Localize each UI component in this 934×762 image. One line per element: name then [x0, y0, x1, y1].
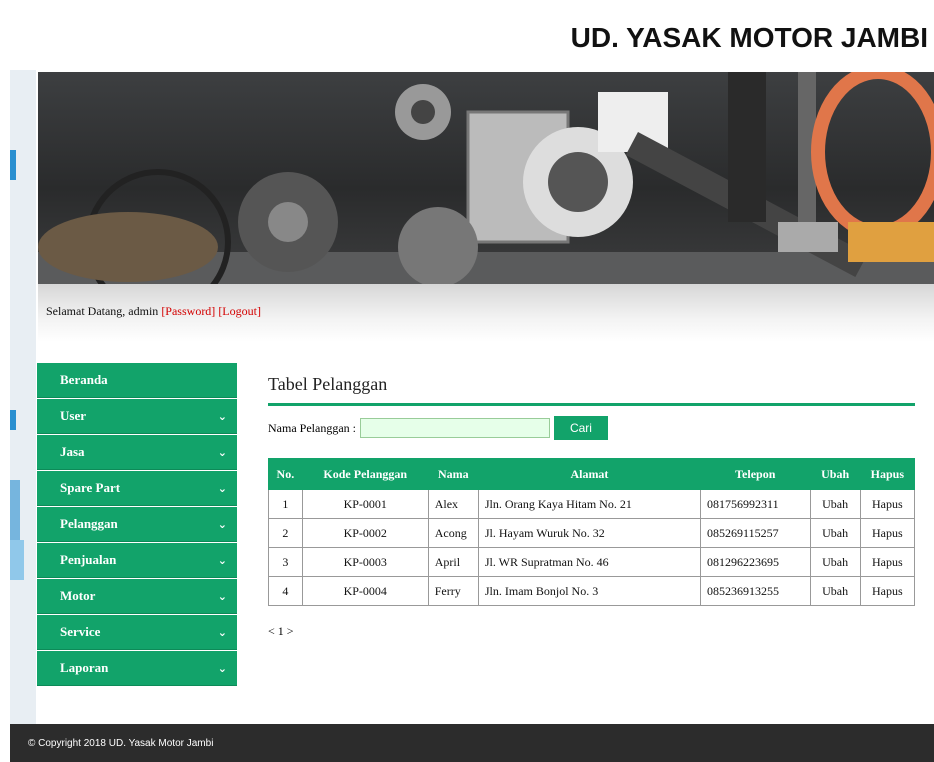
page-title: Tabel Pelanggan	[268, 374, 388, 394]
customer-table: No. Kode Pelanggan Nama Alamat Telepon U…	[268, 458, 916, 606]
delete-link[interactable]: Hapus	[859, 576, 916, 606]
cell-telepon: 085236913255	[700, 576, 811, 606]
chevron-down-icon: ⌄	[217, 553, 227, 567]
search-button[interactable]: Cari	[553, 416, 608, 440]
sidebar-item-label: Jasa	[60, 444, 85, 459]
edit-link[interactable]: Ubah	[809, 576, 861, 606]
column-header: Kode Pelanggan	[301, 458, 429, 490]
header-banner-image	[38, 72, 934, 284]
sidebar-item-label: User	[60, 408, 86, 423]
column-header: Telepon	[700, 458, 811, 490]
sidebar-item-label: Penjualan	[60, 552, 117, 567]
search-input[interactable]	[359, 418, 550, 438]
footer: © Copyright 2018 UD. Yasak Motor Jambi	[10, 724, 934, 762]
cell-alamat: Jl. WR Supratman No. 46	[477, 547, 702, 577]
logout-link[interactable]: [Logout]	[218, 304, 261, 318]
cell-no: 4	[268, 576, 303, 606]
chevron-down-icon: ⌄	[217, 445, 227, 459]
cell-nama: Alex	[427, 489, 479, 519]
edit-link[interactable]: Ubah	[809, 547, 861, 577]
delete-link[interactable]: Hapus	[859, 489, 916, 519]
sidebar-item-label: Spare Part	[60, 480, 121, 495]
cell-alamat: Jln. Imam Bonjol No. 3	[477, 576, 702, 606]
sidebar-item-service[interactable]: Service ⌄	[37, 615, 237, 650]
welcome-bar: Selamat Datang, admin [Password] [Logout…	[38, 284, 934, 342]
greeting: Selamat Datang, admin	[46, 304, 162, 318]
heading-divider	[268, 403, 915, 406]
cell-nama: Ferry	[427, 576, 479, 606]
sidebar-item-pelanggan[interactable]: Pelanggan ⌄	[37, 507, 237, 542]
sidebar-item-motor[interactable]: Motor ⌄	[37, 579, 237, 614]
sidebar-item-spare-part[interactable]: Spare Part ⌄	[37, 471, 237, 506]
cell-kode: KP-0004	[301, 576, 429, 606]
pagination[interactable]: < 1 >	[268, 624, 915, 639]
cell-nama: April	[427, 547, 479, 577]
cell-no: 1	[268, 489, 303, 519]
column-header: Nama	[427, 458, 479, 490]
cell-no: 3	[268, 547, 303, 577]
sidebar-item-laporan[interactable]: Laporan ⌄	[37, 651, 237, 686]
sidebar-item-user[interactable]: User ⌄	[37, 399, 237, 434]
table-header-row: No. Kode Pelanggan Nama Alamat Telepon U…	[268, 458, 916, 490]
delete-link[interactable]: Hapus	[859, 547, 916, 577]
chevron-down-icon: ⌄	[217, 517, 227, 531]
main-content: Tabel Pelanggan Nama Pelanggan : Cari No…	[268, 370, 916, 639]
chevron-down-icon: ⌄	[217, 661, 227, 675]
cell-nama: Acong	[427, 518, 479, 548]
column-header: Hapus	[859, 458, 916, 490]
delete-link[interactable]: Hapus	[859, 518, 916, 548]
search-label: Nama Pelanggan :	[268, 420, 356, 435]
cell-alamat: Jln. Orang Kaya Hitam No. 21	[477, 489, 702, 519]
cell-kode: KP-0003	[301, 547, 429, 577]
cell-alamat: Jl. Hayam Wuruk No. 32	[477, 518, 702, 548]
table-row: 1 KP-0001 Alex Jln. Orang Kaya Hitam No.…	[268, 489, 916, 519]
cell-kode: KP-0002	[301, 518, 429, 548]
column-header: No.	[268, 458, 303, 490]
sidebar-item-label: Pelanggan	[60, 516, 118, 531]
column-header: Ubah	[809, 458, 861, 490]
edit-link[interactable]: Ubah	[809, 518, 861, 548]
chevron-down-icon: ⌄	[217, 481, 227, 495]
column-header: Alamat	[477, 458, 702, 490]
sidebar-item-jasa[interactable]: Jasa ⌄	[37, 435, 237, 470]
welcome-text: Selamat Datang, admin [Password] [Logout…	[46, 304, 261, 319]
sidebar-item-label: Service	[60, 624, 101, 639]
search-form: Nama Pelanggan : Cari	[268, 416, 915, 440]
chevron-down-icon: ⌄	[217, 625, 227, 639]
chevron-down-icon: ⌄	[217, 589, 227, 603]
sidebar-item-label: Laporan	[60, 660, 109, 675]
edit-link[interactable]: Ubah	[809, 489, 861, 519]
password-link[interactable]: [Password]	[161, 304, 215, 318]
sidebar-item-beranda[interactable]: Beranda	[37, 363, 237, 398]
auto-parts-illustration	[38, 72, 934, 284]
table-row: 3 KP-0003 April Jl. WR Supratman No. 46 …	[268, 547, 916, 577]
cell-telepon: 081756992311	[700, 489, 811, 519]
page-frame: UD. YASAK MOTOR JAMBI Selamat Datang, ad…	[10, 10, 934, 762]
table-row: 4 KP-0004 Ferry Jln. Imam Bonjol No. 3 0…	[268, 576, 916, 606]
site-title: UD. YASAK MOTOR JAMBI	[570, 22, 928, 53]
chevron-down-icon: ⌄	[217, 409, 227, 423]
cell-telepon: 081296223695	[700, 547, 811, 577]
cell-telepon: 085269115257	[700, 518, 811, 548]
sidebar-item-label: Motor	[60, 588, 96, 603]
copyright-text: © Copyright 2018 UD. Yasak Motor Jambi	[28, 738, 214, 749]
cell-kode: KP-0001	[301, 489, 429, 519]
table-row: 2 KP-0002 Acong Jl. Hayam Wuruk No. 32 0…	[268, 518, 916, 548]
cell-no: 2	[268, 518, 303, 548]
sidebar-item-penjualan[interactable]: Penjualan ⌄	[37, 543, 237, 578]
sidebar-menu: Beranda User ⌄ Jasa ⌄ Spare Part ⌄ Pelangga…	[37, 363, 237, 687]
sidebar-item-label: Beranda	[60, 372, 108, 387]
